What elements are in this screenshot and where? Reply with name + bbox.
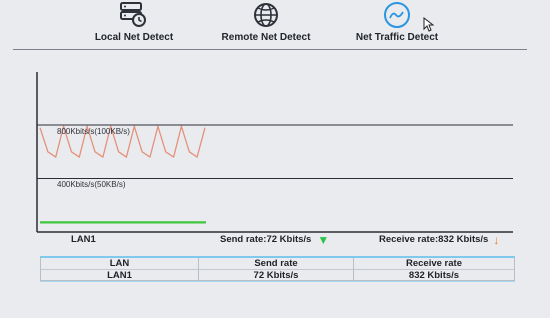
table-header-row: LAN Send rate Receive rate — [41, 258, 514, 269]
table-bottom-line — [40, 281, 515, 282]
local-net-icon — [117, 0, 151, 30]
send-rate: Send rate:72 Kbits/s ▼ — [220, 232, 330, 247]
receive-rate: Receive rate:832 Kbits/s ↓ — [379, 232, 500, 247]
table-cell-send-rate: 72 Kbits/s — [199, 270, 354, 281]
rate-summary: LAN1 Send rate:72 Kbits/s ▼ Receive rate… — [0, 234, 550, 248]
table-row[interactable]: LAN1 72 Kbits/s 832 Kbits/s — [41, 269, 514, 281]
net-traffic-page: Local Net Detect Remote Net Detect Net T… — [0, 0, 550, 318]
mouse-cursor-icon — [423, 16, 435, 37]
local-net-detect-button[interactable]: Local Net Detect — [88, 0, 180, 43]
local-net-detect-label: Local Net Detect — [94, 32, 174, 43]
remote-net-detect-button[interactable]: Remote Net Detect — [214, 0, 318, 43]
traffic-table: LAN Send rate Receive rate LAN1 72 Kbits… — [40, 256, 515, 281]
tick-label-800: 800Kbits/s(100KB/s) — [57, 127, 130, 136]
detect-toolbar: Local Net Detect Remote Net Detect Net T… — [0, 0, 550, 48]
table-header-receive-rate: Receive rate — [406, 258, 462, 269]
table-header-lan: LAN — [41, 258, 199, 269]
globe-icon — [249, 0, 283, 30]
toolbar-divider — [13, 49, 527, 50]
traffic-wave-icon — [380, 0, 414, 30]
send-rate-text: Send rate:72 Kbits/s — [220, 234, 312, 245]
traffic-chart-svg — [36, 72, 513, 233]
interface-label: LAN1 — [71, 234, 96, 245]
traffic-chart: 800Kbits/s(100KB/s) 400Kbits/s(50KB/s) — [0, 60, 550, 235]
receive-rate-text: Receive rate:832 Kbits/s — [379, 234, 489, 245]
table-cell-lan: LAN1 — [41, 270, 199, 281]
receive-arrow-icon: ↓ — [493, 232, 500, 247]
send-arrow-icon: ▼ — [317, 232, 330, 247]
table-cell-receive-rate: 832 Kbits/s — [408, 270, 460, 281]
remote-net-detect-label: Remote Net Detect — [221, 32, 311, 43]
table-header-send-rate: Send rate — [199, 258, 354, 269]
tick-label-400: 400Kbits/s(50KB/s) — [57, 180, 126, 189]
